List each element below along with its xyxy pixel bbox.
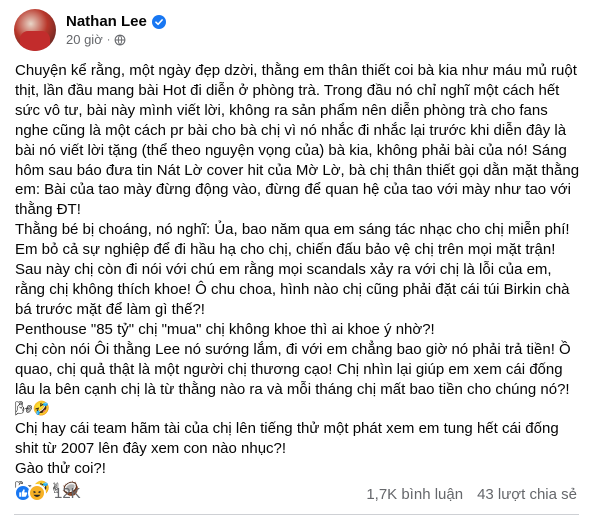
- author-name[interactable]: Nathan Lee: [66, 13, 147, 30]
- post-paragraph: Penthouse "85 tỷ" chị "mua" chị không kh…: [15, 320, 435, 338]
- post-time-row: 20 giờ ·: [66, 32, 166, 47]
- post-emoji-line: 🌬🤣: [15, 401, 51, 418]
- reactions-count[interactable]: 12K: [54, 485, 81, 502]
- post-time[interactable]: 20 giờ: [66, 32, 103, 47]
- post-paragraph: Chị còn nói Ôi thằng Lee nó sướng lắm, đ…: [15, 340, 571, 398]
- reactions-summary[interactable]: 12K: [14, 484, 81, 502]
- engagement-stats: 1,7K bình luận 43 lượt chia sẻ: [366, 486, 577, 503]
- post-paragraph: Chuyện kể rằng, một ngày đẹp dzời, thằng…: [15, 62, 580, 219]
- globe-icon: [114, 34, 126, 45]
- verified-badge-icon: [151, 14, 166, 29]
- author-avatar[interactable]: [14, 9, 56, 51]
- post-body: Chuyện kể rằng, một ngày đẹp dzời, thằng…: [15, 61, 581, 499]
- author-name-row: Nathan Lee: [66, 13, 166, 30]
- divider: [14, 514, 579, 515]
- post-paragraph: Chị hay cái team hãm tài của chị lên tiế…: [15, 420, 559, 458]
- time-separator: ·: [106, 33, 111, 46]
- haha-reaction-icon: [28, 484, 46, 502]
- post-paragraph: Thằng bé bị choáng, nó nghĩ: Ủa, bao năm…: [15, 221, 570, 318]
- comments-count-link[interactable]: 1,7K bình luận: [366, 486, 463, 503]
- post-paragraph: Gào thử coi?!: [15, 460, 106, 478]
- post-header: Nathan Lee 20 giờ ·: [14, 8, 166, 52]
- post-meta: Nathan Lee 20 giờ ·: [66, 13, 166, 47]
- shares-count-link[interactable]: 43 lượt chia sẻ: [477, 486, 577, 503]
